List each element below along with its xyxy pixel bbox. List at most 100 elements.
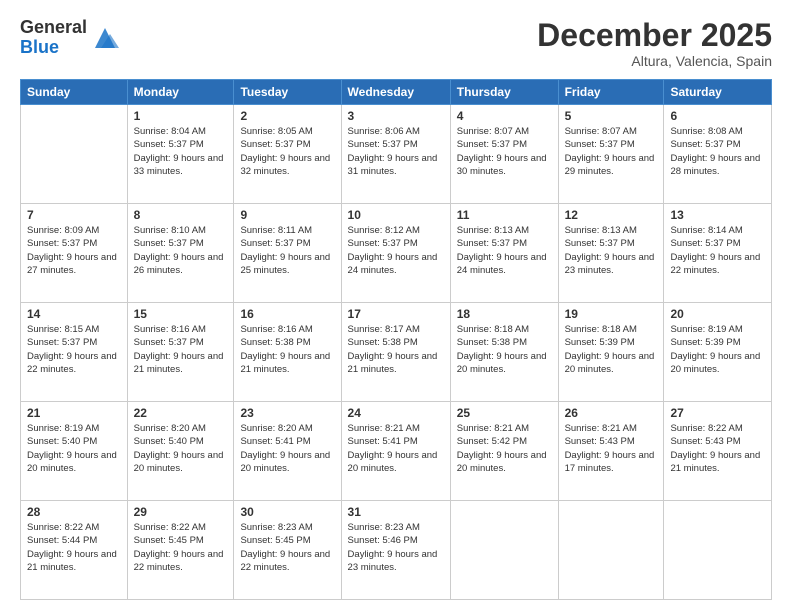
day-sunrise: Sunrise: 8:20 AM: [134, 423, 206, 434]
calendar-week-row: 21 Sunrise: 8:19 AM Sunset: 5:40 PM Dayl…: [21, 402, 772, 501]
day-daylight: Daylight: 9 hours and 27 minutes.: [27, 252, 117, 276]
day-sunset: Sunset: 5:37 PM: [134, 238, 204, 249]
day-sunrise: Sunrise: 8:08 AM: [670, 126, 742, 137]
table-row: 27 Sunrise: 8:22 AM Sunset: 5:43 PM Dayl…: [664, 402, 772, 501]
day-number: 20: [670, 307, 765, 321]
table-row: 9 Sunrise: 8:11 AM Sunset: 5:37 PM Dayli…: [234, 204, 341, 303]
day-sunset: Sunset: 5:45 PM: [134, 535, 204, 546]
day-number: 26: [565, 406, 658, 420]
day-number: 3: [348, 109, 444, 123]
day-number: 9: [240, 208, 334, 222]
table-row: 30 Sunrise: 8:23 AM Sunset: 5:45 PM Dayl…: [234, 501, 341, 600]
day-daylight: Daylight: 9 hours and 29 minutes.: [565, 153, 655, 177]
day-number: 13: [670, 208, 765, 222]
col-saturday: Saturday: [664, 80, 772, 105]
header: General Blue December 2025 Altura, Valen…: [20, 18, 772, 69]
day-sunrise: Sunrise: 8:12 AM: [348, 225, 420, 236]
day-daylight: Daylight: 9 hours and 22 minutes.: [240, 549, 330, 573]
day-daylight: Daylight: 9 hours and 22 minutes.: [27, 351, 117, 375]
day-sunset: Sunset: 5:37 PM: [670, 238, 740, 249]
day-sunset: Sunset: 5:38 PM: [240, 337, 310, 348]
day-sunrise: Sunrise: 8:19 AM: [27, 423, 99, 434]
day-daylight: Daylight: 9 hours and 31 minutes.: [348, 153, 438, 177]
day-sunset: Sunset: 5:37 PM: [348, 139, 418, 150]
day-number: 29: [134, 505, 228, 519]
page: General Blue December 2025 Altura, Valen…: [0, 0, 792, 612]
table-row: 19 Sunrise: 8:18 AM Sunset: 5:39 PM Dayl…: [558, 303, 664, 402]
day-daylight: Daylight: 9 hours and 28 minutes.: [670, 153, 760, 177]
day-sunset: Sunset: 5:37 PM: [348, 238, 418, 249]
day-sunset: Sunset: 5:43 PM: [670, 436, 740, 447]
day-sunset: Sunset: 5:37 PM: [457, 238, 527, 249]
day-daylight: Daylight: 9 hours and 23 minutes.: [565, 252, 655, 276]
day-number: 17: [348, 307, 444, 321]
table-row: 12 Sunrise: 8:13 AM Sunset: 5:37 PM Dayl…: [558, 204, 664, 303]
day-number: 24: [348, 406, 444, 420]
day-sunrise: Sunrise: 8:23 AM: [240, 522, 312, 533]
day-number: 7: [27, 208, 121, 222]
table-row: 17 Sunrise: 8:17 AM Sunset: 5:38 PM Dayl…: [341, 303, 450, 402]
col-tuesday: Tuesday: [234, 80, 341, 105]
table-row: 8 Sunrise: 8:10 AM Sunset: 5:37 PM Dayli…: [127, 204, 234, 303]
day-number: 15: [134, 307, 228, 321]
day-sunrise: Sunrise: 8:15 AM: [27, 324, 99, 335]
table-row: 24 Sunrise: 8:21 AM Sunset: 5:41 PM Dayl…: [341, 402, 450, 501]
day-sunrise: Sunrise: 8:06 AM: [348, 126, 420, 137]
table-row: 4 Sunrise: 8:07 AM Sunset: 5:37 PM Dayli…: [450, 105, 558, 204]
day-sunrise: Sunrise: 8:05 AM: [240, 126, 312, 137]
table-row: 7 Sunrise: 8:09 AM Sunset: 5:37 PM Dayli…: [21, 204, 128, 303]
day-sunset: Sunset: 5:37 PM: [240, 139, 310, 150]
day-daylight: Daylight: 9 hours and 21 minutes.: [348, 351, 438, 375]
day-sunset: Sunset: 5:39 PM: [670, 337, 740, 348]
calendar-table: Sunday Monday Tuesday Wednesday Thursday…: [20, 79, 772, 600]
day-sunset: Sunset: 5:44 PM: [27, 535, 97, 546]
day-sunset: Sunset: 5:37 PM: [134, 337, 204, 348]
day-number: 28: [27, 505, 121, 519]
day-sunset: Sunset: 5:37 PM: [27, 238, 97, 249]
title-block: December 2025 Altura, Valencia, Spain: [537, 18, 772, 69]
day-daylight: Daylight: 9 hours and 21 minutes.: [670, 450, 760, 474]
day-sunset: Sunset: 5:37 PM: [457, 139, 527, 150]
day-sunset: Sunset: 5:37 PM: [27, 337, 97, 348]
table-row: 13 Sunrise: 8:14 AM Sunset: 5:37 PM Dayl…: [664, 204, 772, 303]
day-daylight: Daylight: 9 hours and 21 minutes.: [27, 549, 117, 573]
day-sunrise: Sunrise: 8:13 AM: [565, 225, 637, 236]
day-number: 27: [670, 406, 765, 420]
calendar-week-row: 7 Sunrise: 8:09 AM Sunset: 5:37 PM Dayli…: [21, 204, 772, 303]
day-sunset: Sunset: 5:43 PM: [565, 436, 635, 447]
day-daylight: Daylight: 9 hours and 20 minutes.: [134, 450, 224, 474]
day-sunrise: Sunrise: 8:07 AM: [565, 126, 637, 137]
day-sunset: Sunset: 5:40 PM: [134, 436, 204, 447]
table-row: 10 Sunrise: 8:12 AM Sunset: 5:37 PM Dayl…: [341, 204, 450, 303]
day-daylight: Daylight: 9 hours and 20 minutes.: [240, 450, 330, 474]
day-sunset: Sunset: 5:38 PM: [348, 337, 418, 348]
day-daylight: Daylight: 9 hours and 20 minutes.: [457, 351, 547, 375]
table-row: 3 Sunrise: 8:06 AM Sunset: 5:37 PM Dayli…: [341, 105, 450, 204]
col-friday: Friday: [558, 80, 664, 105]
day-sunset: Sunset: 5:37 PM: [134, 139, 204, 150]
logo: General Blue: [20, 18, 119, 58]
table-row: 26 Sunrise: 8:21 AM Sunset: 5:43 PM Dayl…: [558, 402, 664, 501]
day-sunset: Sunset: 5:46 PM: [348, 535, 418, 546]
day-daylight: Daylight: 9 hours and 24 minutes.: [348, 252, 438, 276]
day-sunrise: Sunrise: 8:13 AM: [457, 225, 529, 236]
logo-general: General: [20, 18, 87, 38]
table-row: 5 Sunrise: 8:07 AM Sunset: 5:37 PM Dayli…: [558, 105, 664, 204]
month-title: December 2025: [537, 18, 772, 53]
table-row: 22 Sunrise: 8:20 AM Sunset: 5:40 PM Dayl…: [127, 402, 234, 501]
table-row: 1 Sunrise: 8:04 AM Sunset: 5:37 PM Dayli…: [127, 105, 234, 204]
logo-icon: [91, 24, 119, 52]
table-row: 6 Sunrise: 8:08 AM Sunset: 5:37 PM Dayli…: [664, 105, 772, 204]
day-number: 22: [134, 406, 228, 420]
day-number: 25: [457, 406, 552, 420]
calendar-header-row: Sunday Monday Tuesday Wednesday Thursday…: [21, 80, 772, 105]
day-daylight: Daylight: 9 hours and 21 minutes.: [134, 351, 224, 375]
day-sunrise: Sunrise: 8:09 AM: [27, 225, 99, 236]
day-sunrise: Sunrise: 8:16 AM: [134, 324, 206, 335]
day-daylight: Daylight: 9 hours and 26 minutes.: [134, 252, 224, 276]
day-sunset: Sunset: 5:37 PM: [565, 139, 635, 150]
day-daylight: Daylight: 9 hours and 22 minutes.: [670, 252, 760, 276]
day-number: 10: [348, 208, 444, 222]
day-number: 18: [457, 307, 552, 321]
day-sunset: Sunset: 5:39 PM: [565, 337, 635, 348]
